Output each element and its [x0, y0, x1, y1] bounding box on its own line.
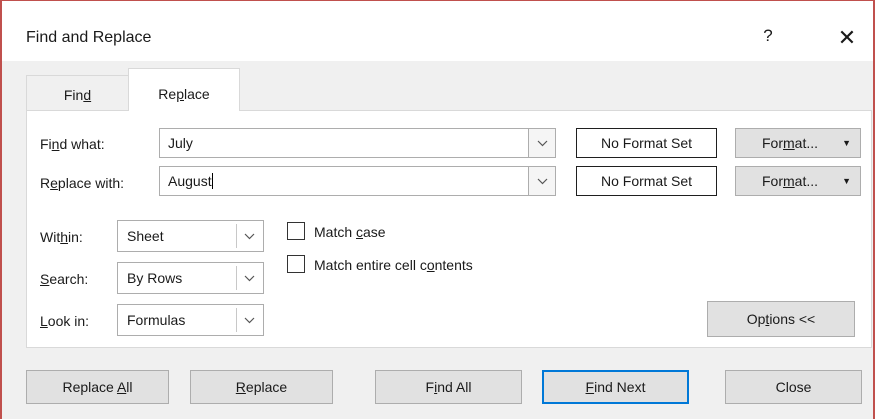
close-window-button[interactable]: ✕ — [827, 21, 867, 55]
text-cursor — [211, 173, 213, 189]
replace-format-button-label: Format... — [762, 173, 819, 189]
chevron-down-icon — [537, 178, 548, 185]
tab-replace-label: Re — [158, 86, 177, 102]
tab-find-label: Fin — [63, 87, 84, 103]
replace-button[interactable]: Replace — [190, 370, 333, 404]
within-select[interactable]: Sheet — [117, 220, 264, 252]
tab-replace[interactable]: Replace — [128, 68, 240, 111]
find-what-value: July — [168, 135, 193, 151]
help-button[interactable]: ? — [753, 21, 783, 51]
chevron-down-icon — [244, 317, 255, 324]
find-all-button[interactable]: Find All — [375, 370, 522, 404]
tab-find[interactable]: Find — [26, 75, 129, 110]
match-case-checkbox[interactable] — [287, 222, 305, 240]
select-divider — [236, 308, 237, 332]
find-next-button[interactable]: Find Next — [542, 370, 689, 404]
search-value: By Rows — [127, 270, 183, 286]
close-icon: ✕ — [837, 25, 857, 50]
tab-find-accel: d — [83, 87, 92, 103]
chevron-down-icon — [537, 140, 548, 147]
find-format-button[interactable]: Format... ▼ — [735, 128, 861, 158]
find-format-button-label: Format... — [762, 135, 819, 151]
close-button[interactable]: Close — [725, 370, 862, 404]
look-in-label: Look in: — [40, 313, 90, 329]
look-in-select[interactable]: Formulas — [117, 304, 264, 336]
replace-with-history-dropdown[interactable] — [528, 166, 556, 196]
find-what-input[interactable]: July — [159, 128, 531, 158]
replace-format-button[interactable]: Format... ▼ — [735, 166, 861, 196]
search-select[interactable]: By Rows — [117, 262, 264, 294]
within-value: Sheet — [127, 228, 164, 244]
match-case-label[interactable]: Match case — [314, 224, 386, 240]
dropdown-arrow-icon: ▼ — [842, 138, 851, 148]
replace-with-label: Replace with: — [40, 175, 125, 191]
replace-with-value: August — [168, 173, 212, 189]
replace-format-preview: No Format Set — [576, 166, 717, 196]
chevron-down-icon — [244, 233, 255, 240]
dropdown-arrow-icon: ▼ — [842, 176, 851, 186]
find-what-history-dropdown[interactable] — [528, 128, 556, 158]
replace-with-input[interactable]: August — [159, 166, 531, 196]
within-label: Within: — [40, 229, 83, 245]
match-entire-cell-checkbox[interactable] — [287, 255, 305, 273]
find-what-label: Find what: — [40, 136, 105, 152]
tab-replace-label-rest: lace — [184, 86, 210, 102]
search-label: Search: — [40, 271, 89, 287]
tab-replace-accel: p — [176, 86, 184, 102]
look-in-value: Formulas — [127, 312, 186, 328]
dialog-title: Find and Replace — [26, 29, 152, 46]
select-divider — [236, 224, 237, 248]
options-button[interactable]: Options << — [707, 301, 855, 337]
find-format-preview: No Format Set — [576, 128, 717, 158]
match-entire-cell-label[interactable]: Match entire cell contents — [314, 257, 473, 273]
select-divider — [236, 266, 237, 290]
replace-all-button[interactable]: Replace All — [26, 370, 169, 404]
chevron-down-icon — [244, 275, 255, 282]
